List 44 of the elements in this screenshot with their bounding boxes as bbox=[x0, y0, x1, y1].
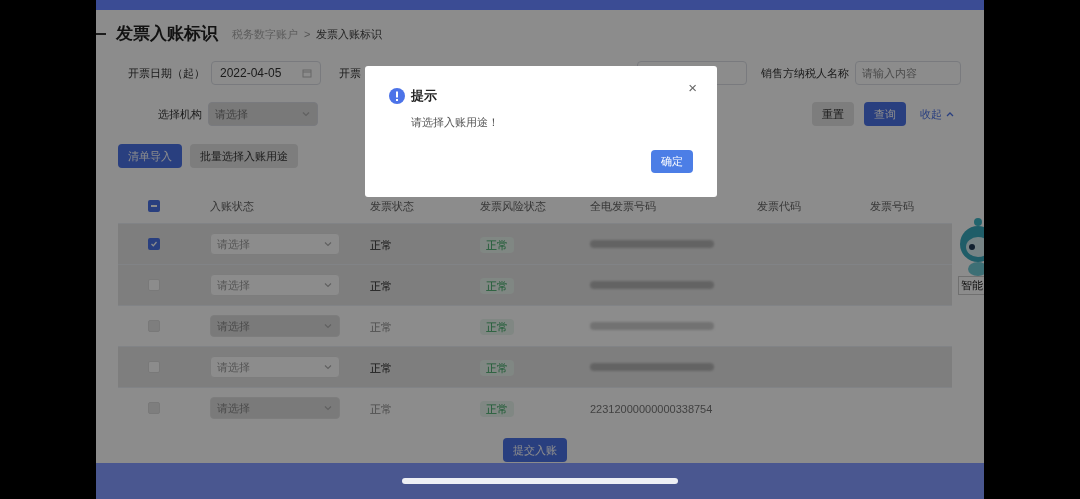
risk-status-tag: 正常 bbox=[480, 401, 514, 417]
robot-mascot-icon[interactable] bbox=[958, 216, 984, 276]
check-icon bbox=[150, 240, 158, 248]
column-header: 发票号码 bbox=[870, 199, 914, 212]
filter-label: 销售方纳税人名称 bbox=[761, 65, 849, 81]
risk-status-tag: 正常 bbox=[480, 237, 514, 253]
breadcrumb-separator: > bbox=[304, 26, 311, 42]
chevron-down-icon bbox=[323, 239, 333, 249]
date-field[interactable]: 2022-04-05 bbox=[211, 61, 321, 85]
column-header: 全电发票号码 bbox=[590, 199, 656, 212]
breadcrumb-item[interactable]: 发票入账标识 bbox=[316, 25, 383, 43]
close-button[interactable]: × bbox=[688, 80, 697, 95]
confirm-button[interactable]: 确定 bbox=[651, 150, 693, 173]
chevron-down-icon bbox=[323, 280, 333, 290]
risk-status-tag: 正常 bbox=[480, 319, 514, 335]
filter-label: 选择机构 bbox=[158, 106, 202, 122]
filter-label: 开票 bbox=[339, 65, 361, 81]
status-text: 正常 bbox=[370, 280, 392, 292]
status-text: 正常 bbox=[370, 239, 392, 251]
checkbox[interactable] bbox=[148, 200, 160, 212]
column-header: 发票风险状态 bbox=[480, 199, 546, 212]
invoice-number: 22312000000000338754 bbox=[590, 403, 713, 415]
column-header: 发票代码 bbox=[757, 199, 801, 212]
chevron-down-icon bbox=[323, 362, 333, 372]
dialog-title: 提示 bbox=[411, 87, 437, 105]
page-title: 发票入账标识 bbox=[116, 23, 218, 46]
column-header: 入账状态 bbox=[210, 199, 254, 212]
dialog-message: 请选择入账用途！ bbox=[411, 114, 500, 130]
reset-button[interactable]: 重置 bbox=[812, 102, 854, 126]
chevron-up-icon bbox=[946, 111, 954, 117]
batch-select-button[interactable]: 批量选择入账用途 bbox=[190, 144, 298, 168]
risk-status-tag: 正常 bbox=[480, 360, 514, 376]
import-button[interactable]: 清单导入 bbox=[118, 144, 182, 168]
checkbox[interactable] bbox=[148, 238, 160, 250]
status-text: 正常 bbox=[370, 362, 392, 374]
column-header: 发票状态 bbox=[370, 199, 414, 212]
search-button[interactable]: 查询 bbox=[864, 102, 906, 126]
assistant-label[interactable]: 智能 bbox=[958, 276, 984, 295]
submit-button[interactable]: 提交入账 bbox=[503, 438, 567, 462]
warning-icon bbox=[389, 87, 405, 104]
collapse-link[interactable]: 收起 bbox=[920, 105, 954, 123]
calendar-icon bbox=[302, 68, 312, 78]
filter-label: 开票日期（起） bbox=[128, 65, 205, 81]
risk-status-tag: 正常 bbox=[480, 278, 514, 294]
